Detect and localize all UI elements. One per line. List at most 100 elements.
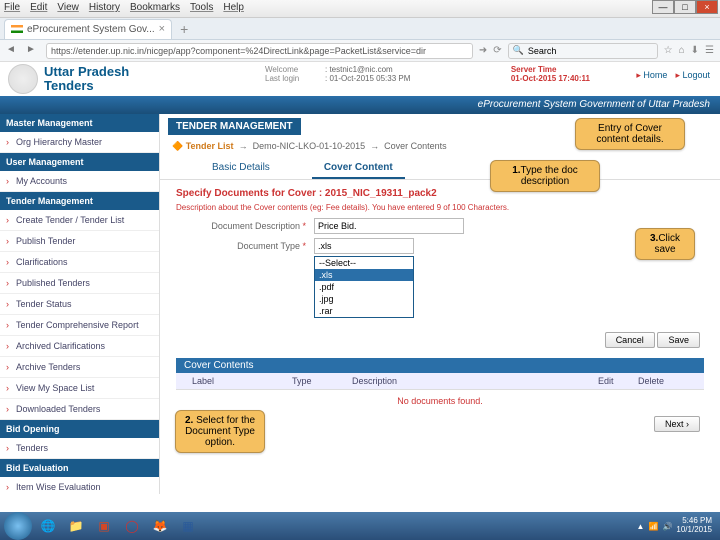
grid-header: Label Type Description Edit Delete xyxy=(176,373,704,390)
back-icon[interactable]: ◄ xyxy=(6,44,20,58)
breadcrumb-last: Cover Contents xyxy=(384,141,447,151)
annotation-step2: 2. Select for the Document Type option. xyxy=(175,410,265,453)
annotation-entry: Entry of Cover content details. xyxy=(575,118,685,150)
cancel-button[interactable]: Cancel xyxy=(605,332,655,348)
state-emblem-icon xyxy=(8,64,38,94)
tab-title: eProcurement System Gov... xyxy=(27,24,155,35)
sidebar-item-tenders[interactable]: Tenders xyxy=(0,438,159,459)
maximize-button[interactable]: □ xyxy=(674,0,696,14)
sidebar-item-my-accounts[interactable]: My Accounts xyxy=(0,171,159,192)
annotation-step3: 3.Click save xyxy=(635,228,695,260)
browser-menubar[interactable]: File Edit View History Bookmarks Tools H… xyxy=(0,0,720,18)
download-icon[interactable]: ⬇ xyxy=(691,45,699,56)
sidebar-item-publish-tender[interactable]: Publish Tender xyxy=(0,231,159,252)
minimize-button[interactable]: — xyxy=(652,0,674,14)
col-delete: Delete xyxy=(638,376,688,386)
sidebar-section-user: User Management xyxy=(0,153,159,171)
powerpoint-icon[interactable]: ▣ xyxy=(92,516,116,536)
opera-icon[interactable]: ◯ xyxy=(120,516,144,536)
tray-flag-icon[interactable]: ▲ xyxy=(637,522,645,531)
taskbar[interactable]: 🌐 📁 ▣ ◯ 🦊 ▦ ▲ 📶 🔊 5:46 PM 10/1/2015 xyxy=(0,512,720,540)
col-type: Type xyxy=(292,376,352,386)
sidebar-section-bid-opening: Bid Opening xyxy=(0,420,159,438)
col-desc: Description xyxy=(352,376,598,386)
menu-tools[interactable]: Tools xyxy=(190,2,213,15)
save-button[interactable]: Save xyxy=(657,332,700,348)
ie-icon[interactable]: 🌐 xyxy=(36,516,60,536)
star-icon[interactable]: ☆ xyxy=(664,45,673,56)
menu-history[interactable]: History xyxy=(89,2,120,15)
type-dropdown-list[interactable]: --Select-- .xls .pdf .jpg .rar xyxy=(314,256,414,318)
type-label: Document Type * xyxy=(176,241,306,251)
col-label: Label xyxy=(192,376,292,386)
site-header: Uttar Pradesh Tenders Welcome: testnic1@… xyxy=(0,62,720,96)
close-button[interactable]: × xyxy=(696,0,718,14)
search-box[interactable]: Search xyxy=(508,43,658,59)
refresh-icon[interactable]: ⟳ xyxy=(493,45,501,56)
tray-network-icon[interactable]: 📶 xyxy=(648,522,658,531)
form-hint: Description about the Cover contents (eg… xyxy=(176,203,704,212)
home-link[interactable]: Home xyxy=(636,70,667,81)
main-layout: Master Management Org Hierarchy Master U… xyxy=(0,114,720,494)
form-title: Specify Documents for Cover : 2015_NIC_1… xyxy=(176,188,704,199)
tab-basic-details[interactable]: Basic Details xyxy=(200,158,282,179)
menu-edit[interactable]: Edit xyxy=(30,2,47,15)
type-option-jpg[interactable]: .jpg xyxy=(315,293,413,305)
sidebar-item-tender-status[interactable]: Tender Status xyxy=(0,294,159,315)
desc-label: Document Description * xyxy=(176,221,306,231)
menu-file[interactable]: File xyxy=(4,2,20,15)
site-banner: eProcurement System Government of Uttar … xyxy=(0,96,720,114)
breadcrumb-back[interactable]: Tender List xyxy=(186,141,234,151)
sidebar-item-clarifications[interactable]: Clarifications xyxy=(0,252,159,273)
sidebar-item-org-hierarchy[interactable]: Org Hierarchy Master xyxy=(0,132,159,153)
sidebar-item-archive-tenders[interactable]: Archive Tenders xyxy=(0,357,159,378)
type-option-rar[interactable]: .rar xyxy=(315,305,413,317)
home-icon[interactable]: ⌂ xyxy=(679,45,685,56)
logout-link[interactable]: Logout xyxy=(675,70,710,81)
sidebar-item-my-space[interactable]: View My Space List xyxy=(0,378,159,399)
explorer-icon[interactable]: 📁 xyxy=(64,516,88,536)
sidebar-item-create-tender[interactable]: Create Tender / Tender List xyxy=(0,210,159,231)
forward-icon[interactable]: ► xyxy=(26,44,40,58)
menu-icon[interactable]: ☰ xyxy=(705,45,714,56)
desc-input[interactable] xyxy=(314,218,464,234)
cover-contents-header: Cover Contents xyxy=(176,358,704,373)
go-icon[interactable]: ➜ xyxy=(479,45,487,56)
tray-clock[interactable]: 5:46 PM 10/1/2015 xyxy=(676,517,716,535)
word-icon[interactable]: ▦ xyxy=(176,516,200,536)
sidebar-section-master: Master Management xyxy=(0,114,159,132)
new-tab-button[interactable]: + xyxy=(176,21,192,37)
browser-tabbar: eProcurement System Gov... × + xyxy=(0,18,720,40)
content-tabs: Basic Details Cover Content xyxy=(160,158,720,180)
toolbar-icons: ☆ ⌂ ⬇ ☰ xyxy=(664,45,714,56)
url-input[interactable] xyxy=(46,43,473,59)
server-time: Server Time 01-Oct-2015 17:40:11 xyxy=(511,65,590,83)
tray-volume-icon[interactable]: 🔊 xyxy=(662,522,672,531)
firefox-icon[interactable]: 🦊 xyxy=(148,516,172,536)
type-option-select[interactable]: --Select-- xyxy=(315,257,413,269)
browser-tab[interactable]: eProcurement System Gov... × xyxy=(4,19,172,39)
type-select[interactable] xyxy=(314,238,414,254)
sidebar-item-item-wise[interactable]: Item Wise Evaluation xyxy=(0,477,159,494)
sidebar-item-comp-report[interactable]: Tender Comprehensive Report xyxy=(0,315,159,336)
header-links: Home Logout xyxy=(636,70,710,81)
browser-urlbar: ◄ ► ➜ ⟳ Search ☆ ⌂ ⬇ ☰ xyxy=(0,40,720,62)
menu-bookmarks[interactable]: Bookmarks xyxy=(130,2,180,15)
menu-help[interactable]: Help xyxy=(223,2,244,15)
type-option-pdf[interactable]: .pdf xyxy=(315,281,413,293)
start-button[interactable] xyxy=(4,512,32,540)
sidebar-item-published-tenders[interactable]: Published Tenders xyxy=(0,273,159,294)
system-tray[interactable]: ▲ 📶 🔊 5:46 PM 10/1/2015 xyxy=(637,517,716,535)
india-flag-icon xyxy=(11,25,23,33)
sidebar-item-archived-clar[interactable]: Archived Clarifications xyxy=(0,336,159,357)
annotation-step1: 1.Type the doc description xyxy=(490,160,600,192)
sidebar-item-downloaded[interactable]: Downloaded Tenders xyxy=(0,399,159,420)
menu-view[interactable]: View xyxy=(57,2,79,15)
next-button[interactable]: Next › xyxy=(654,416,700,432)
form-buttons: Cancel Save xyxy=(160,326,720,354)
type-option-xls[interactable]: .xls xyxy=(315,269,413,281)
tab-cover-content[interactable]: Cover Content xyxy=(312,158,405,179)
tab-close-icon[interactable]: × xyxy=(159,23,165,35)
col-edit: Edit xyxy=(598,376,638,386)
section-header: TENDER MANAGEMENT xyxy=(168,118,301,135)
